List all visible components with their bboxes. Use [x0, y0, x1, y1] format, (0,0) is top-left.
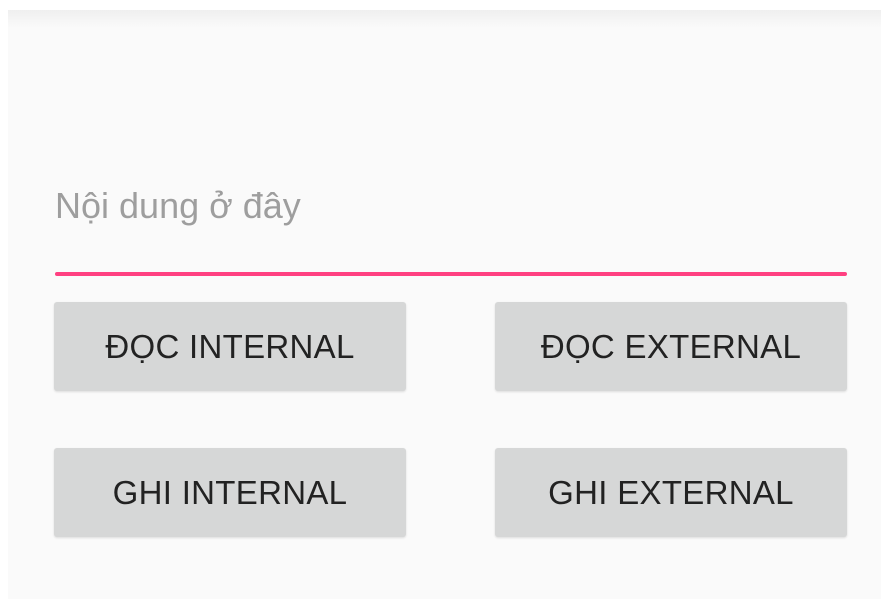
read-internal-button[interactable]: ĐỌC INTERNAL — [54, 302, 406, 391]
content-input-container — [55, 125, 847, 280]
app-screen: ĐỌC INTERNAL ĐỌC EXTERNAL GHI INTERNAL G… — [8, 10, 881, 599]
write-internal-button[interactable]: GHI INTERNAL — [54, 448, 406, 537]
write-external-button[interactable]: GHI EXTERNAL — [495, 448, 847, 537]
read-external-button[interactable]: ĐỌC EXTERNAL — [495, 302, 847, 391]
top-shadow — [8, 10, 881, 28]
content-input-underline — [55, 272, 847, 276]
content-input[interactable] — [55, 125, 847, 270]
